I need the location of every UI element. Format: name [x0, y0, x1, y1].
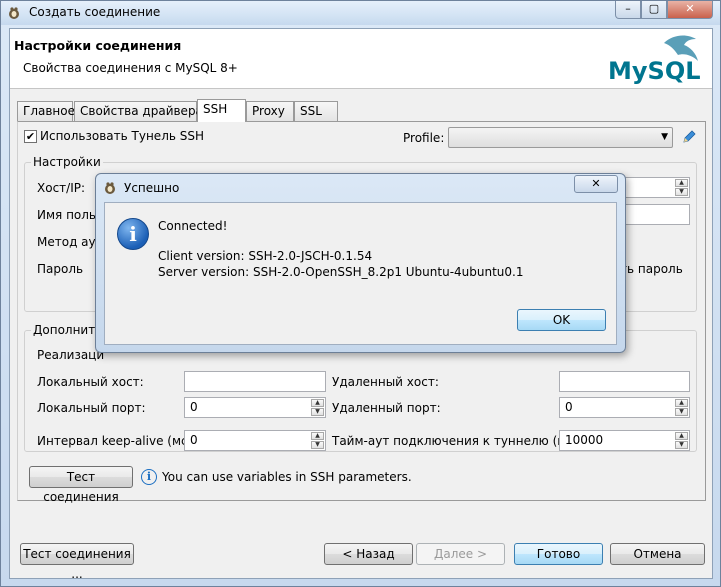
user-label: Имя польз — [37, 208, 103, 222]
tab-proxy[interactable]: Proxy — [246, 101, 294, 121]
test-tunnel-button[interactable]: Тест соединения — [29, 466, 133, 504]
profile-select[interactable]: ▼ — [448, 127, 673, 148]
advanced-group-label: Дополните — [31, 323, 105, 337]
mysql-logo: MySQL — [608, 35, 701, 85]
dbeaver-icon — [9, 7, 19, 19]
spin-down-icon[interactable]: ▼ — [311, 441, 324, 449]
password-label: Пароль — [37, 262, 84, 276]
local-host-field[interactable] — [184, 371, 326, 392]
dialog-title: Успешно — [124, 181, 180, 195]
keepalive-label: Интервал keep-alive (мс): — [37, 434, 197, 448]
success-dialog: Успешно ✕ i Connected! Client version: S… — [95, 173, 626, 353]
remote-port-spinner[interactable]: 0 ▲ ▼ — [559, 397, 690, 418]
edit-profile-icon[interactable] — [682, 129, 697, 144]
tunnel-timeout-label: Тайм-аут подключения к туннелю (мс): — [332, 434, 582, 448]
remote-host-label: Удаленный хост: — [332, 375, 439, 389]
tab-ssl-label: SSL — [300, 104, 322, 118]
tab-ssh[interactable]: SSH — [197, 99, 246, 122]
tab-ssl[interactable]: SSL — [294, 101, 338, 121]
spin-up-icon[interactable]: ▲ — [675, 399, 688, 407]
tab-main[interactable]: Главное — [17, 101, 75, 121]
remote-host-field[interactable] — [559, 371, 690, 392]
tab-proxy-label: Proxy — [252, 104, 285, 118]
use-ssh-tunnel-checkbox[interactable]: ✔ — [24, 130, 37, 143]
spin-up-icon[interactable]: ▲ — [675, 179, 688, 187]
minimize-button[interactable]: – — [615, 1, 641, 19]
tab-driver-properties[interactable]: Свойства драйвера — [74, 101, 203, 121]
remote-port-value: 0 — [565, 400, 573, 414]
remote-port-label: Удаленный порт: — [332, 401, 441, 415]
settings-group-label: Настройки — [31, 155, 103, 169]
tab-driver-properties-label: Свойства драйвера — [80, 104, 203, 118]
page-title: Настройки соединения — [14, 38, 182, 53]
use-ssh-tunnel-label: Использовать Тунель SSH — [40, 129, 205, 143]
chevron-down-icon: ▼ — [661, 132, 668, 142]
mysql-logo-text: MySQL — [608, 57, 701, 85]
dbeaver-icon — [105, 182, 115, 194]
dialog-close-button[interactable]: ✕ — [574, 175, 618, 193]
cancel-button[interactable]: Отмена — [610, 543, 705, 565]
back-button[interactable]: < Назад — [324, 543, 413, 565]
save-password-label: ть пароль — [620, 262, 683, 276]
tab-main-label: Главное — [23, 104, 75, 118]
local-port-spinner[interactable]: 0 ▲ ▼ — [184, 397, 326, 418]
server-version-text: Server version: SSH-2.0-OpenSSH_8.2p1 Ub… — [158, 265, 524, 279]
spin-up-icon[interactable]: ▲ — [675, 432, 688, 440]
keepalive-value: 0 — [190, 433, 198, 447]
next-button[interactable]: Далее > — [416, 543, 505, 565]
spin-up-icon[interactable]: ▲ — [311, 399, 324, 407]
local-port-label: Локальный порт: — [37, 401, 146, 415]
tab-ssh-label: SSH — [203, 102, 228, 116]
spin-down-icon[interactable]: ▼ — [675, 188, 688, 196]
spin-down-icon[interactable]: ▼ — [311, 408, 324, 416]
tunnel-timeout-value: 10000 — [565, 433, 604, 447]
finish-button[interactable]: Готово — [514, 543, 603, 565]
keepalive-spinner[interactable]: 0 ▲ ▼ — [184, 430, 326, 451]
page-subtitle: Свойства соединения с MySQL 8+ — [23, 61, 238, 75]
spin-down-icon[interactable]: ▼ — [675, 408, 688, 416]
window-title: Создать соединение — [29, 5, 161, 19]
ok-button[interactable]: OK — [517, 309, 606, 331]
info-icon: i — [117, 218, 149, 250]
close-button[interactable]: ✕ — [667, 1, 713, 19]
local-host-label: Локальный хост: — [37, 375, 144, 389]
spin-up-icon[interactable]: ▲ — [311, 432, 324, 440]
dialog-body: i Connected! Client version: SSH-2.0-JSC… — [104, 202, 617, 345]
tunnel-timeout-spinner[interactable]: 10000 ▲ ▼ — [559, 430, 690, 451]
client-version-text: Client version: SSH-2.0-JSCH-0.1.54 — [158, 249, 373, 263]
ssh-variables-hint: You can use variables in SSH parameters. — [162, 470, 412, 484]
implementation-label: Реализаци — [37, 348, 105, 362]
host-label: Хост/IP: — [37, 181, 86, 195]
wizard-header: Настройки соединения Свойства соединения… — [10, 29, 712, 89]
dialog-message: Connected! — [158, 219, 228, 233]
maximize-button[interactable]: ▢ — [641, 1, 667, 19]
window-titlebar[interactable]: Создать соединение – ▢ ✕ — [1, 1, 720, 25]
test-connection-button[interactable]: Тест соединения ... — [20, 543, 134, 581]
local-port-value: 0 — [190, 400, 198, 414]
info-icon: i — [141, 469, 157, 485]
profile-label: Profile: — [403, 131, 445, 145]
spin-down-icon[interactable]: ▼ — [675, 441, 688, 449]
